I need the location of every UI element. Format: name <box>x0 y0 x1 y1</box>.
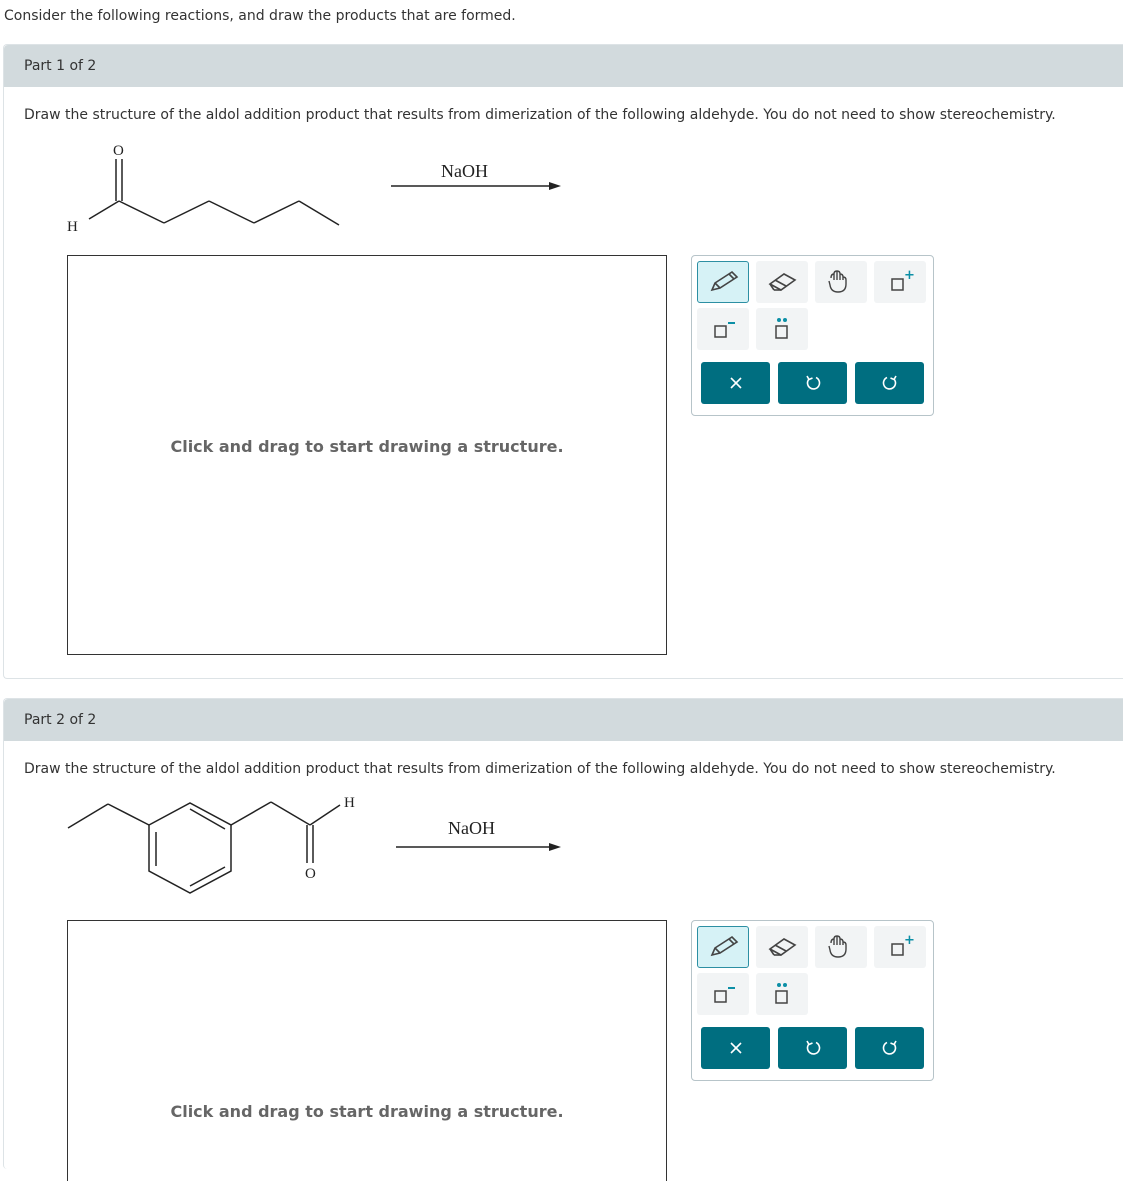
negative-charge-button[interactable] <box>697 973 749 1015</box>
pencil-icon <box>710 270 739 292</box>
eraser-tool-button[interactable] <box>756 926 808 968</box>
eraser-tool-button[interactable] <box>756 261 808 303</box>
clear-button[interactable] <box>701 362 770 404</box>
lone-pair-button[interactable] <box>756 308 808 350</box>
eraser-icon <box>768 938 797 956</box>
part-1-panel: Part 1 of 2 Draw the structure of the al… <box>3 44 1123 679</box>
part-2-drawing-canvas[interactable]: Click and drag to start drawing a struct… <box>67 920 667 1181</box>
part-2-drawing-toolbar: + <box>691 920 934 1081</box>
reaction-arrow-head <box>549 182 561 190</box>
negative-charge-icon <box>714 322 735 338</box>
hydrogen-atom-label: H <box>67 219 78 235</box>
pencil-tool-button[interactable] <box>697 261 749 303</box>
intro-text: Consider the following reactions, and dr… <box>4 8 516 24</box>
pencil-icon <box>710 935 739 957</box>
part-2-canvas-hint: Click and drag to start drawing a struct… <box>170 1102 564 1121</box>
part-1-canvas-hint: Click and drag to start drawing a struct… <box>170 437 564 456</box>
hydrogen-atom-label: H <box>344 795 355 811</box>
redo-icon <box>882 1040 897 1055</box>
undo-icon <box>805 375 820 390</box>
positive-charge-icon: + <box>891 268 915 291</box>
move-tool-button[interactable] <box>815 926 867 968</box>
reagent-label: NaOH <box>448 818 495 838</box>
lone-pair-icon <box>775 318 788 339</box>
hand-icon <box>828 935 847 958</box>
undo-button[interactable] <box>778 1027 847 1069</box>
svg-text:+: + <box>904 268 915 283</box>
move-tool-button[interactable] <box>815 261 867 303</box>
positive-charge-button[interactable]: + <box>874 926 926 968</box>
negative-charge-button[interactable] <box>697 308 749 350</box>
oxygen-atom-label: O <box>305 866 316 882</box>
clear-button[interactable] <box>701 1027 770 1069</box>
reagent-label: NaOH <box>441 161 488 181</box>
svg-text:+: + <box>904 933 915 948</box>
part-1-drawing-canvas[interactable]: Click and drag to start drawing a struct… <box>67 255 667 655</box>
oxygen-atom-label: O <box>113 143 124 159</box>
pencil-tool-button[interactable] <box>697 926 749 968</box>
lone-pair-icon <box>775 983 788 1004</box>
part-1-drawing-toolbar: + <box>691 255 934 416</box>
part-2-panel: Part 2 of 2 Draw the structure of the al… <box>3 698 1123 1181</box>
part-1-reaction-scheme: O H NaOH <box>67 143 561 235</box>
clear-icon <box>729 1042 742 1054</box>
undo-icon <box>805 1040 820 1055</box>
redo-icon <box>882 375 897 390</box>
positive-charge-button[interactable]: + <box>874 261 926 303</box>
redo-button[interactable] <box>855 362 924 404</box>
undo-button[interactable] <box>778 362 847 404</box>
positive-charge-icon: + <box>891 933 915 956</box>
reaction-arrow-head <box>549 843 561 851</box>
negative-charge-icon <box>714 987 735 1003</box>
redo-button[interactable] <box>855 1027 924 1069</box>
clear-icon <box>729 377 742 389</box>
hand-icon <box>828 270 847 293</box>
lone-pair-button[interactable] <box>756 973 808 1015</box>
part-2-reaction-scheme: H O NaOH <box>67 795 561 894</box>
eraser-icon <box>768 273 797 291</box>
